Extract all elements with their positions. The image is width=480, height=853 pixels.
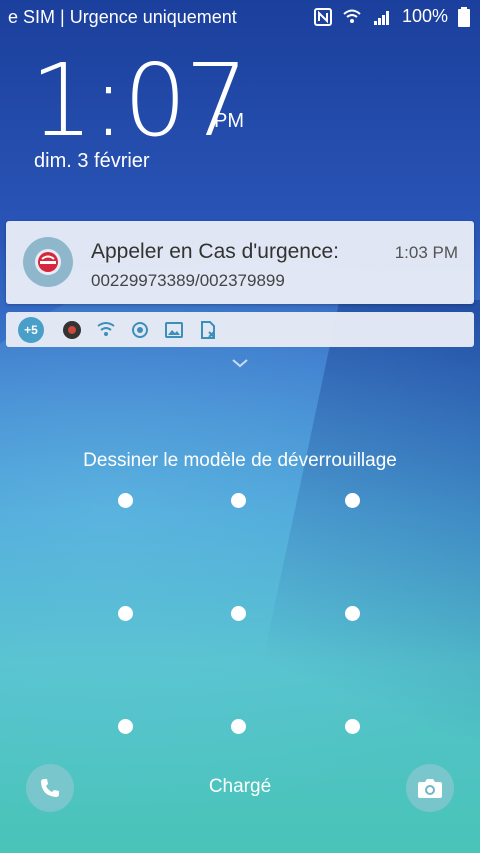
lock-ampm: PM: [214, 110, 244, 132]
camera-shortcut-button[interactable]: [406, 764, 454, 812]
wifi-icon: [343, 9, 361, 23]
sync-icon[interactable]: [130, 320, 150, 340]
emergency-notification[interactable]: Appeler en Cas d'urgence: 1:03 PM 002299…: [6, 221, 474, 304]
status-icons: 100%: [313, 6, 470, 27]
chevron-down-icon[interactable]: [231, 357, 249, 369]
status-bar: e SIM | Urgence uniquement 100%: [0, 0, 480, 34]
notification-tray[interactable]: +5: [6, 312, 474, 347]
pattern-dot[interactable]: [118, 719, 133, 734]
lock-clock: 1:07: [30, 42, 249, 159]
pattern-dot[interactable]: [345, 606, 360, 621]
notification-body: 00229973389/002379899: [91, 271, 285, 290]
pattern-dot[interactable]: [231, 606, 246, 621]
battery-icon: [458, 6, 470, 27]
pattern-hint: Dessiner le modèle de déverrouillage: [83, 450, 397, 471]
pattern-dot[interactable]: [231, 719, 246, 734]
app-icon[interactable]: [62, 320, 82, 340]
pattern-dot[interactable]: [118, 606, 133, 621]
camera-icon: [418, 779, 442, 798]
pattern-dot[interactable]: [118, 493, 133, 508]
signal-icon: [373, 10, 389, 25]
pattern-dot[interactable]: [345, 719, 360, 734]
emergency-call-icon: [23, 237, 73, 287]
lock-screen: e SIM | Urgence uniquement 100% 1:07 PM …: [0, 0, 480, 853]
notification-title: Appeler en Cas d'urgence:: [91, 240, 340, 263]
sim-icon[interactable]: [198, 320, 218, 340]
pattern-dot[interactable]: [345, 493, 360, 508]
battery-level: 100%: [401, 6, 448, 26]
lock-date: dim. 3 février: [34, 150, 150, 172]
more-notifications-badge[interactable]: +5: [18, 317, 44, 343]
pattern-dot[interactable]: [231, 493, 246, 508]
nfc-icon: [313, 7, 332, 26]
carrier-status: e SIM | Urgence uniquement: [8, 7, 237, 27]
shield-wifi-icon[interactable]: [96, 320, 116, 340]
image-icon[interactable]: [164, 320, 184, 340]
notification-time: 1:03 PM: [394, 243, 458, 262]
